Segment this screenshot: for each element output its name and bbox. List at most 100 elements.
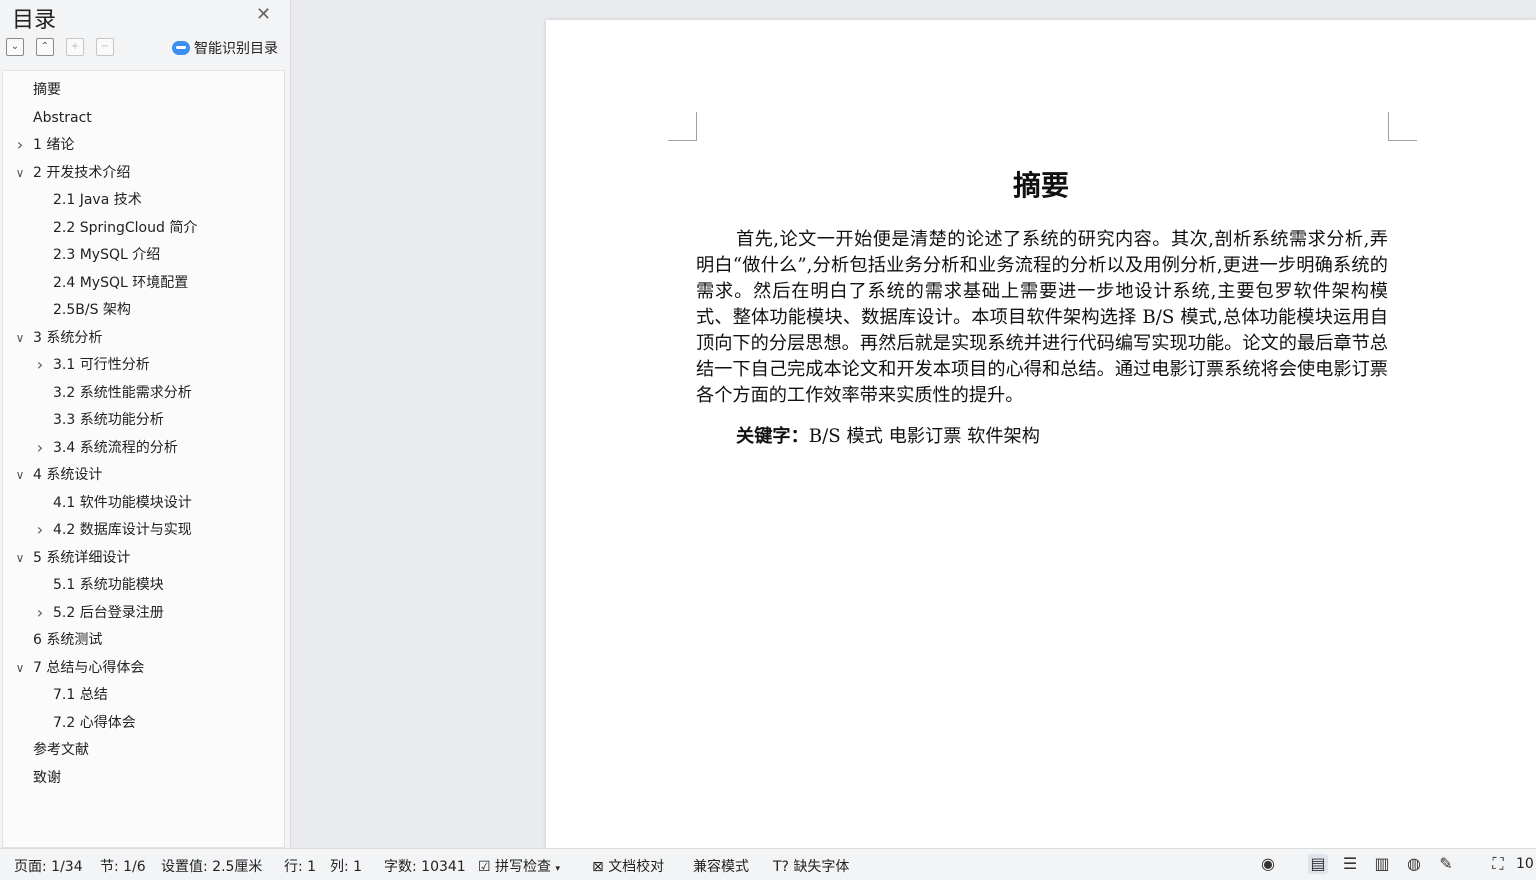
toc-item[interactable]: ∨ 5 系统详细设计	[3, 547, 282, 569]
toc-item-label: 2.4 MySQL 环境配置	[53, 274, 189, 291]
chevron-down-icon[interactable]: ∨	[13, 547, 27, 569]
reading-view-icon[interactable]: ▥	[1372, 854, 1392, 874]
chevron-down-icon[interactable]: ∨	[13, 162, 27, 184]
expand-all-icon[interactable]: ⌄	[6, 38, 24, 56]
keywords-line: 关键字：B/S 模式 电影订票 软件架构	[736, 422, 1040, 448]
toc-item[interactable]: › 4.2 数据库设计与实现	[3, 519, 282, 541]
toc-item[interactable]: 2.4 MySQL 环境配置	[3, 272, 282, 294]
margin-corner-right	[1388, 112, 1417, 141]
toc-item[interactable]: 2.1 Java 技术	[3, 189, 282, 211]
toc-item-label: 7.1 总结	[53, 687, 108, 703]
missing-font-label: 缺失字体	[793, 859, 850, 875]
compat-mode-button[interactable]: 兼容模式	[693, 856, 749, 876]
column-indicator: 列: 1	[330, 859, 363, 875]
promote-icon[interactable]: +	[66, 38, 84, 56]
toc-item-label: 3.3 系统功能分析	[53, 412, 164, 428]
toc-item-label: 5.1 系统功能模块	[53, 577, 164, 593]
toc-item[interactable]: 6 系统测试	[3, 629, 282, 651]
outline-view-icon[interactable]: ☰	[1340, 854, 1360, 874]
toc-item-label: 4.1 软件功能模块设计	[53, 494, 192, 511]
keywords-label: 关键字：	[736, 426, 809, 447]
toc-item[interactable]: › 3.1 可行性分析	[3, 354, 282, 376]
toc-item[interactable]: ∨ 7 总结与心得体会	[3, 657, 282, 679]
web-view-icon[interactable]: ◍	[1404, 854, 1424, 874]
pen-icon[interactable]: ✎	[1436, 854, 1456, 874]
chevron-down-icon[interactable]: ∨	[13, 657, 27, 679]
toc-item[interactable]: Abstract	[3, 107, 282, 129]
toc-item[interactable]: 7.1 总结	[3, 684, 282, 706]
toc-item-label: 2.3 MySQL 介绍	[53, 247, 161, 263]
toc-sidebar: 目录 ✕ ⌄ ⌃ + − 智能识别目录 摘要 Abstract › 1 绪论 ∨ 2 开发…	[0, 0, 291, 848]
toc-item-label: 3.1 可行性分析	[53, 357, 150, 373]
abstract-paragraph: 首先,论文一开始便是清楚的论述了系统的研究内容。其次,剖析系统需求分析,弄明白“…	[696, 229, 1388, 406]
chevron-right-icon[interactable]: ›	[13, 134, 27, 156]
chevron-down-icon[interactable]: ∨	[13, 464, 27, 486]
smart-toc-button[interactable]: 智能识别目录	[172, 38, 278, 58]
toc-item[interactable]: 5.1 系统功能模块	[3, 574, 282, 596]
page-indicator[interactable]: 页面: 1/34	[14, 856, 83, 876]
toc-item[interactable]: 2.2 SpringCloud 简介	[3, 217, 282, 239]
zoom-level[interactable]: 10	[1516, 856, 1534, 872]
toc-item[interactable]: 4.1 软件功能模块设计	[3, 492, 282, 514]
eye-protect-icon[interactable]: ◉	[1258, 854, 1278, 874]
toc-item-label: Abstract	[33, 109, 92, 126]
chevron-right-icon[interactable]: ›	[33, 354, 47, 376]
toc-item[interactable]: 3.3 系统功能分析	[3, 409, 282, 431]
smart-toc-label: 智能识别目录	[194, 41, 278, 57]
chevron-right-icon[interactable]: ›	[33, 602, 47, 624]
toc-item-label: 3 系统分析	[33, 329, 103, 346]
sidebar-toolbar: ⌄ ⌃ + − 智能识别目录	[6, 38, 286, 58]
word-count[interactable]: 字数: 10341	[384, 856, 466, 876]
setting-indicator[interactable]: 设置值: 2.5厘米	[161, 856, 262, 876]
toc-item-label: 2.2 SpringCloud 简介	[53, 219, 198, 236]
toc-item-label: 3.4 系统流程的分析	[53, 439, 178, 456]
status-bar: 页面: 1/34 节: 1/6 设置值: 2.5厘米 行: 1 列: 1 字数:…	[0, 848, 1536, 880]
toc-item[interactable]: 参考文献	[3, 739, 282, 761]
toc-item-label: 4.2 数据库设计与实现	[53, 522, 192, 538]
toc-item[interactable]: 7.2 心得体会	[3, 712, 282, 734]
toc-item[interactable]: ∨ 3 系统分析	[3, 327, 282, 349]
toc-item[interactable]: 2.3 MySQL 介绍	[3, 244, 282, 266]
demote-icon[interactable]: −	[96, 38, 114, 56]
chevron-down-icon[interactable]: ∨	[13, 327, 27, 349]
toc-item-label: 摘要	[33, 82, 61, 98]
ai-icon	[172, 41, 190, 55]
toc-list: 摘要 Abstract › 1 绪论 ∨ 2 开发技术介绍 2.1 Java 技术 2.2 S…	[2, 70, 285, 848]
collapse-all-icon[interactable]: ⌃	[36, 38, 54, 56]
close-icon[interactable]: ✕	[256, 4, 271, 25]
toc-item-label: 4 系统设计	[33, 467, 103, 483]
toc-item[interactable]: 致谢	[3, 767, 282, 789]
toc-item-label: 2.1 Java 技术	[53, 192, 142, 208]
font-missing-icon: T?	[773, 859, 789, 875]
proofread-button[interactable]: ⊠ 文档校对	[592, 856, 664, 876]
proofread-label: 文档校对	[608, 859, 665, 875]
section-indicator[interactable]: 节: 1/6	[100, 856, 146, 876]
toc-item[interactable]: ∨ 2 开发技术介绍	[3, 162, 282, 184]
missing-font-button[interactable]: T? 缺失字体	[773, 856, 849, 876]
toc-item-label: 5.2 后台登录注册	[53, 604, 164, 621]
spell-check-label: 拼写检查	[495, 859, 552, 875]
toc-item-label: 7 总结与心得体会	[33, 659, 145, 676]
toc-item-label: 2 开发技术介绍	[33, 164, 131, 181]
toc-item[interactable]: › 5.2 后台登录注册	[3, 602, 282, 624]
chevron-right-icon[interactable]: ›	[33, 519, 47, 541]
toc-item-label: 3.2 系统性能需求分析	[53, 384, 192, 401]
toc-item[interactable]: › 3.4 系统流程的分析	[3, 437, 282, 459]
toc-item-label: 参考文献	[33, 742, 89, 758]
toc-item[interactable]: 摘要	[3, 79, 282, 101]
document-heading: 摘要	[1012, 169, 1069, 202]
toc-item[interactable]: 3.2 系统性能需求分析	[3, 382, 282, 404]
chevron-right-icon[interactable]: ›	[33, 437, 47, 459]
toc-item-label: 5 系统详细设计	[33, 549, 131, 566]
document-page[interactable]: 摘要 首先,论文一开始便是清楚的论述了系统的研究内容。其次,剖析系统需求分析,弄…	[546, 20, 1536, 848]
spell-check-button[interactable]: ☑ 拼写检查 ▾	[478, 856, 560, 876]
page-view-icon[interactable]: ▤	[1308, 854, 1328, 874]
checkbox-icon: ☑	[478, 859, 491, 875]
toc-item[interactable]: ∨ 4 系统设计	[3, 464, 282, 486]
toc-item[interactable]: 2.5B/S 架构	[3, 299, 282, 321]
fit-screen-icon[interactable]: ⛶	[1488, 854, 1508, 874]
dropdown-icon: ▾	[555, 864, 560, 874]
margin-corner-left	[668, 112, 697, 141]
toc-item[interactable]: › 1 绪论	[3, 134, 282, 156]
toc-item-label: 7.2 心得体会	[53, 714, 136, 731]
